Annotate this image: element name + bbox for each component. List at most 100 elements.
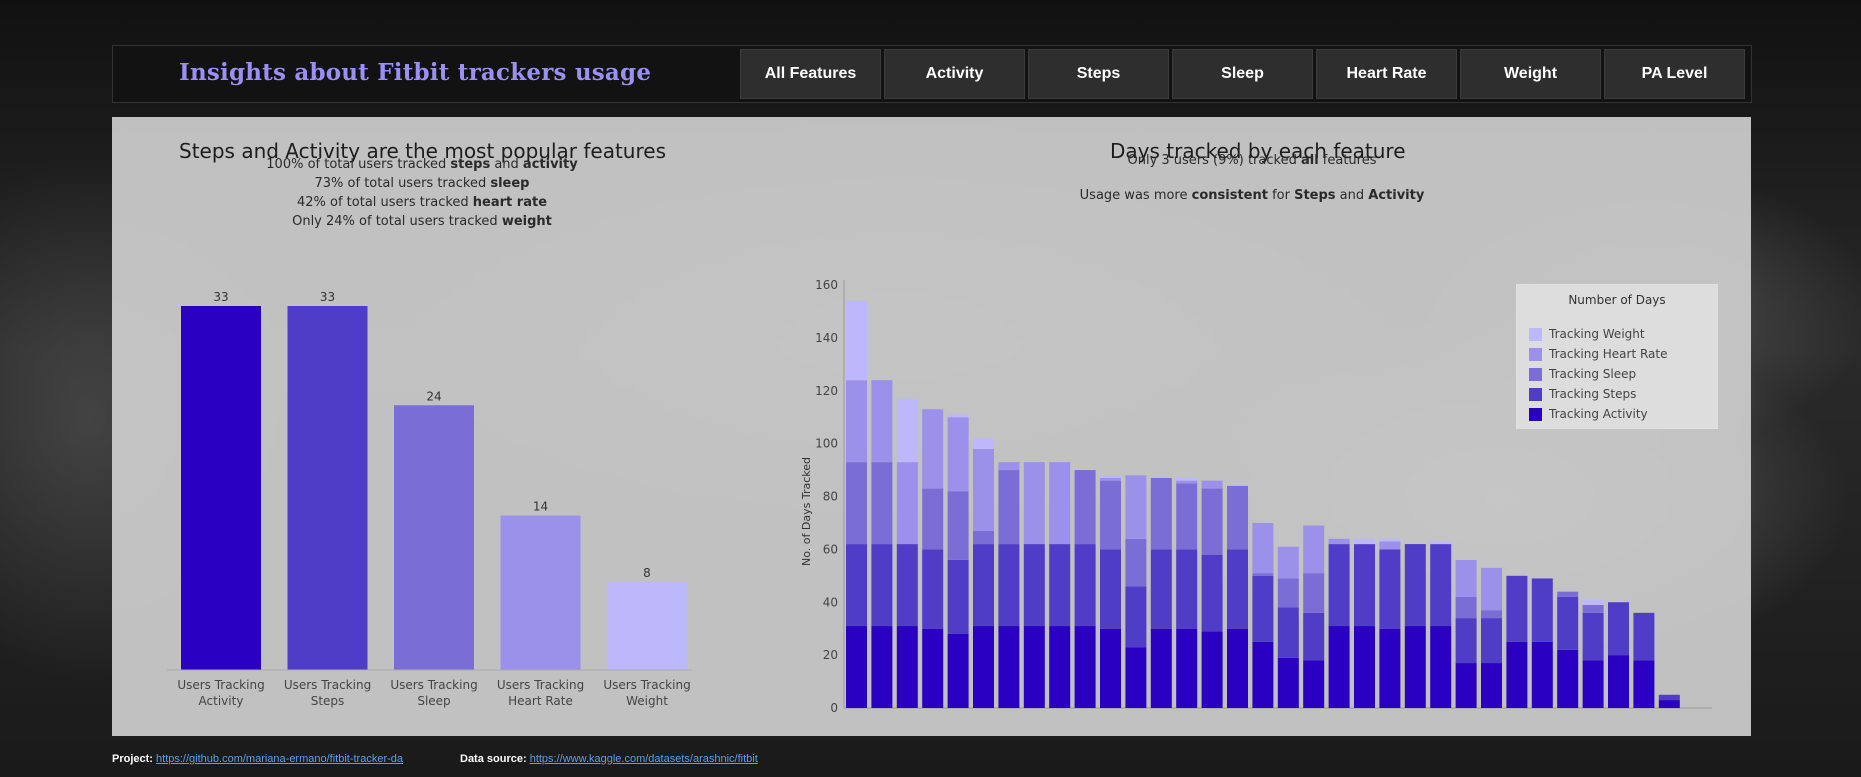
- legend-item-sleep[interactable]: Tracking Sleep: [1529, 367, 1636, 381]
- stack-seg-tracking-heart-rate: [1176, 480, 1198, 484]
- stack-seg-tracking-heart-rate: [947, 417, 969, 492]
- y-tick-label: 40: [823, 595, 838, 609]
- stack-seg-tracking-sleep: [871, 462, 893, 545]
- stack-seg-tracking-weight: [1379, 538, 1401, 542]
- stack-seg-tracking-activity: [1557, 649, 1579, 708]
- y-tick-label: 80: [823, 490, 838, 504]
- bar-4: [500, 515, 581, 670]
- bar-2: [287, 306, 368, 670]
- tab-weight[interactable]: Weight: [1460, 49, 1601, 99]
- stack-seg-tracking-steps: [1481, 618, 1502, 664]
- stack-seg-tracking-steps: [1379, 549, 1401, 629]
- stack-seg-tracking-heart-rate: [1455, 559, 1477, 597]
- stack-seg-tracking-steps: [1582, 612, 1604, 661]
- stack-seg-tracking-activity: [1049, 626, 1071, 708]
- stack-seg-tracking-activity: [1658, 700, 1680, 708]
- tab-activity[interactable]: Activity: [884, 49, 1025, 99]
- stack-seg-tracking-steps: [973, 544, 994, 627]
- tab-heart-rate[interactable]: Heart Rate: [1316, 49, 1457, 99]
- stack-seg-tracking-weight: [1582, 599, 1604, 605]
- stack-seg-tracking-steps: [1252, 575, 1274, 642]
- stack-seg-tracking-sleep: [1557, 591, 1579, 597]
- footer-data-source: Data source: https://www.kaggle.com/data…: [460, 753, 758, 765]
- charts-panel: Steps and Activity are the most popular …: [112, 117, 1751, 736]
- stack-seg-tracking-steps: [1531, 578, 1553, 642]
- stack-seg-tracking-activity: [1201, 631, 1223, 708]
- stack-seg-tracking-activity: [871, 626, 893, 708]
- stack-seg-tracking-sleep: [1303, 573, 1325, 613]
- stack-seg-tracking-steps: [1633, 612, 1655, 661]
- stack-seg-tracking-activity: [1633, 660, 1655, 708]
- stack-seg-tracking-heart-rate: [846, 380, 867, 463]
- stack-seg-tracking-activity: [1227, 628, 1248, 708]
- stack-seg-tracking-weight: [846, 300, 867, 381]
- stack-seg-tracking-steps: [947, 559, 969, 634]
- stack-seg-tracking-heart-rate: [1328, 538, 1350, 545]
- tab-sleep[interactable]: Sleep: [1172, 49, 1313, 99]
- stack-seg-tracking-activity: [846, 626, 867, 708]
- stack-seg-tracking-sleep: [1201, 488, 1223, 555]
- stack-seg-tracking-steps: [1608, 602, 1629, 656]
- footer-project: Project: https://github.com/mariana-erma…: [112, 753, 404, 765]
- stack-seg-tracking-steps: [1100, 549, 1121, 629]
- stack-seg-tracking-activity: [1176, 628, 1198, 708]
- stack-seg-tracking-steps: [871, 544, 893, 627]
- stack-seg-tracking-activity: [1303, 660, 1325, 708]
- stack-seg-tracking-weight: [896, 398, 918, 463]
- y-tick-label: 20: [823, 648, 838, 662]
- stack-seg-tracking-activity: [1100, 628, 1121, 708]
- category-label: Users Tracking: [284, 678, 371, 692]
- stack-seg-tracking-sleep: [1125, 538, 1147, 587]
- stack-seg-tracking-activity: [1125, 647, 1147, 708]
- tab-all-features[interactable]: All Features: [740, 49, 881, 99]
- legend-swatch-heart-rate: [1529, 347, 1542, 361]
- tab-steps[interactable]: Steps: [1028, 49, 1169, 99]
- bar-value-label: 14: [533, 500, 548, 514]
- stack-seg-tracking-activity: [1074, 626, 1096, 708]
- stack-seg-tracking-heart-rate: [896, 462, 918, 545]
- legend-item-activity[interactable]: Tracking Activity: [1529, 407, 1648, 421]
- y-tick-label: 160: [815, 278, 838, 292]
- bar-value-label: 24: [426, 389, 441, 403]
- stack-seg-tracking-heart-rate: [1277, 546, 1299, 579]
- page-title: Insights about Fitbit trackers usage: [179, 59, 652, 86]
- legend-swatch-sleep: [1529, 367, 1542, 381]
- stack-seg-tracking-steps: [1201, 554, 1223, 632]
- stack-seg-tracking-weight: [1176, 477, 1198, 481]
- stack-seg-tracking-steps: [1074, 544, 1096, 627]
- stack-seg-tracking-steps: [1455, 618, 1477, 664]
- stack-seg-tracking-weight: [1354, 538, 1375, 545]
- bar-value-label: 33: [213, 290, 228, 304]
- bar-3: [394, 405, 474, 670]
- legend-swatch-steps: [1529, 387, 1542, 401]
- stack-seg-tracking-sleep: [1227, 485, 1248, 550]
- stack-seg-tracking-heart-rate: [1481, 567, 1502, 611]
- stack-seg-tracking-sleep: [1176, 483, 1198, 550]
- y-tick-label: 120: [815, 384, 838, 398]
- stack-seg-tracking-steps: [1125, 586, 1147, 648]
- stack-seg-tracking-activity: [973, 626, 994, 708]
- bar-5: [607, 581, 687, 670]
- stack-seg-tracking-activity: [947, 633, 969, 708]
- stack-seg-tracking-sleep: [1150, 477, 1172, 550]
- legend-item-heart-rate[interactable]: Tracking Heart Rate: [1529, 347, 1668, 361]
- legend-item-steps[interactable]: Tracking Steps: [1529, 387, 1636, 401]
- stack-seg-tracking-activity: [998, 626, 1020, 708]
- stack-seg-tracking-steps: [1176, 549, 1198, 629]
- bar-1: [181, 306, 261, 670]
- tab-pa-level[interactable]: PA Level: [1604, 49, 1745, 99]
- stack-seg-tracking-activity: [1506, 641, 1528, 708]
- legend-item-weight[interactable]: Tracking Weight: [1529, 327, 1645, 341]
- stack-seg-tracking-activity: [1404, 626, 1426, 708]
- stack-seg-tracking-sleep: [1100, 480, 1121, 550]
- stack-seg-tracking-weight: [973, 438, 994, 449]
- stack-seg-tracking-steps: [846, 544, 867, 627]
- stack-seg-tracking-sleep: [1252, 573, 1274, 576]
- data-source-link[interactable]: https://www.kaggle.com/datasets/arashnic…: [530, 753, 758, 765]
- category-label: Users Tracking: [177, 678, 264, 692]
- stack-seg-tracking-activity: [1252, 641, 1274, 708]
- project-link[interactable]: https://github.com/mariana-ermano/fitbit…: [156, 753, 403, 765]
- stack-seg-tracking-activity: [1608, 655, 1629, 708]
- stack-seg-tracking-sleep: [947, 491, 969, 560]
- stack-seg-tracking-steps: [1303, 612, 1325, 661]
